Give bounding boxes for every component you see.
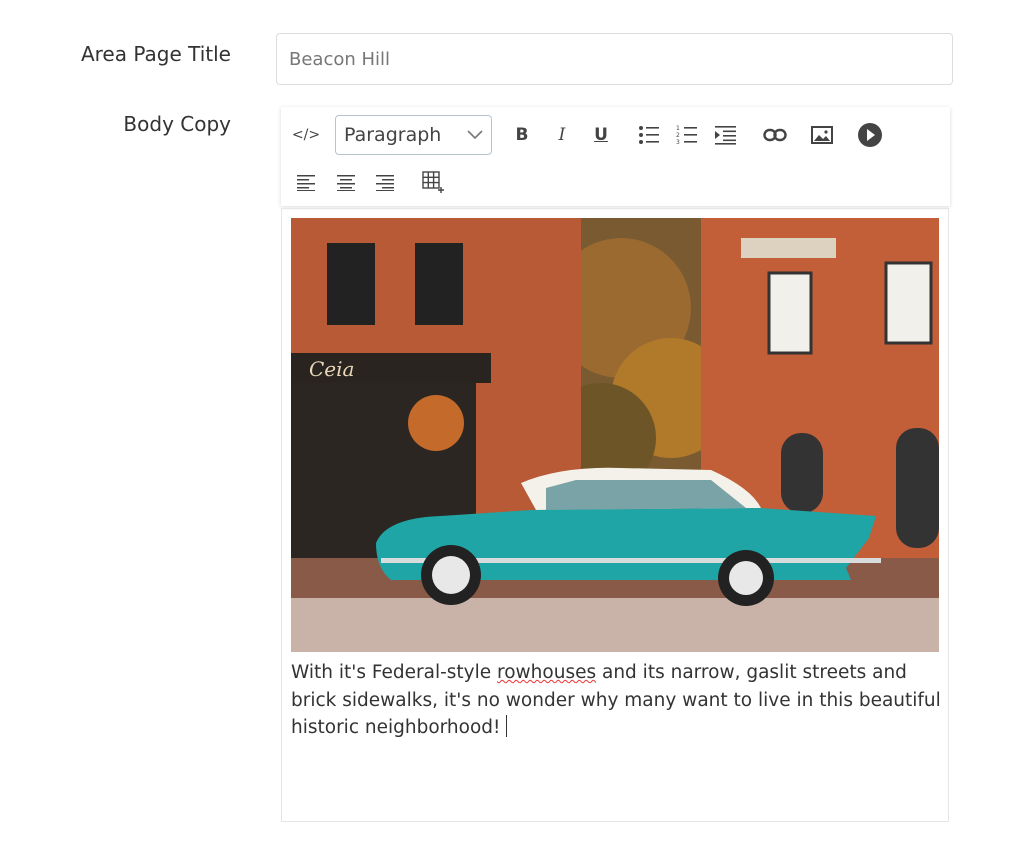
- area-page-title-input[interactable]: Beacon Hill: [276, 33, 953, 85]
- table-button[interactable]: [421, 170, 445, 194]
- svg-text:2: 2: [676, 132, 680, 139]
- link-icon: [763, 128, 787, 142]
- bold-button[interactable]: B: [511, 123, 533, 147]
- code-view-button[interactable]: </>: [291, 123, 321, 147]
- chevron-down-icon: [467, 130, 483, 140]
- street-photo[interactable]: Ceia: [291, 218, 939, 652]
- link-button[interactable]: [762, 123, 788, 147]
- video-button[interactable]: [857, 122, 883, 148]
- editor-content-area[interactable]: Ceia With it's Federal-style rowhouses a…: [281, 208, 949, 822]
- align-left-icon: [297, 174, 315, 191]
- bullet-list-button[interactable]: [637, 123, 661, 147]
- align-right-button[interactable]: [374, 171, 396, 193]
- text-segment: With it's Federal-style: [291, 662, 498, 683]
- photo-sign: Ceia: [309, 357, 354, 381]
- table-icon: [422, 171, 444, 193]
- indent-icon: [715, 126, 736, 145]
- align-center-button[interactable]: [335, 171, 357, 193]
- body-copy-label: Body Copy: [123, 112, 231, 136]
- align-left-button[interactable]: [295, 171, 317, 193]
- svg-text:3: 3: [676, 139, 680, 145]
- image-icon: [811, 126, 833, 144]
- align-right-icon: [376, 174, 394, 191]
- numbered-list-button[interactable]: 123: [675, 123, 699, 147]
- svg-text:1: 1: [676, 125, 680, 132]
- area-page-title-label: Area Page Title: [80, 42, 231, 66]
- underline-button[interactable]: U: [590, 123, 612, 147]
- text-cursor: [506, 715, 508, 737]
- numbered-list-icon: 123: [676, 125, 697, 145]
- body-copy-text[interactable]: With it's Federal-style rowhouses and it…: [291, 659, 941, 742]
- italic-button[interactable]: I: [551, 123, 573, 147]
- bullet-list-icon: [639, 126, 659, 144]
- format-select-value: Paragraph: [344, 124, 442, 146]
- format-select[interactable]: Paragraph: [335, 115, 492, 155]
- editor-toolbar: </> Paragraph B I U 123: [281, 107, 950, 206]
- video-icon: [858, 123, 882, 147]
- misspelled-word[interactable]: rowhouses: [497, 662, 596, 683]
- image-button[interactable]: [810, 123, 834, 147]
- align-center-icon: [337, 174, 355, 191]
- indent-button[interactable]: [714, 123, 738, 147]
